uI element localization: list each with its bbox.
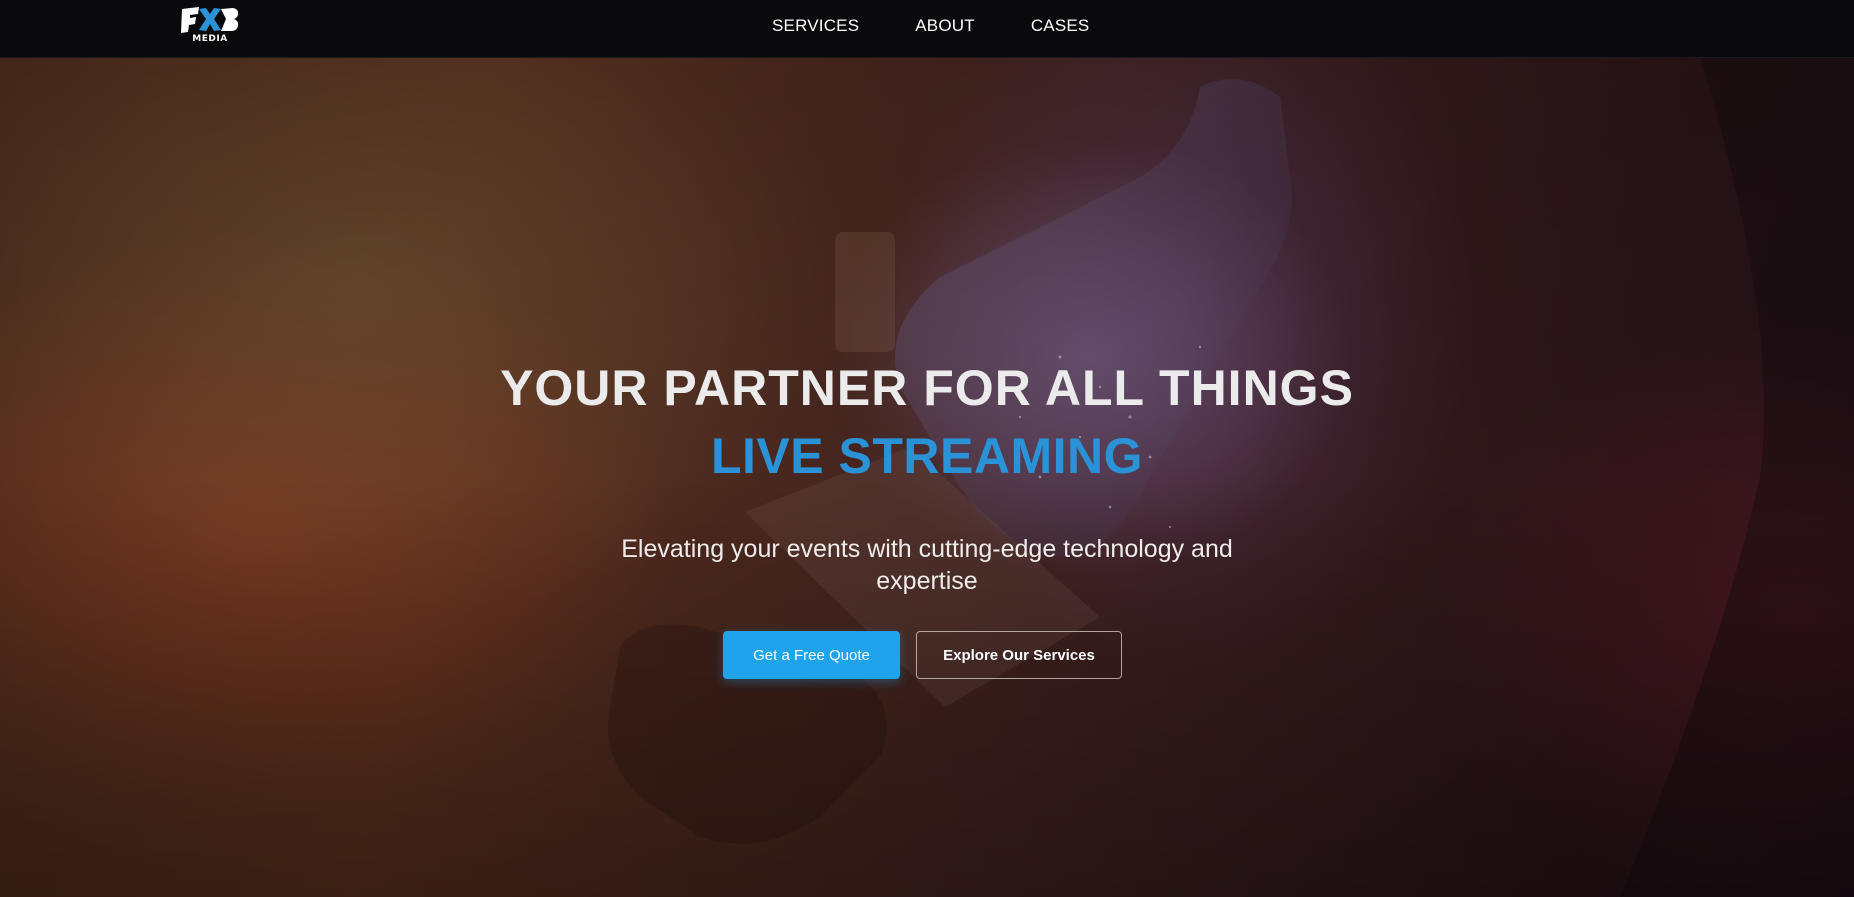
- top-navbar: MEDIA SERVICES ABOUT CASES: [0, 0, 1854, 58]
- nav-item-about[interactable]: ABOUT: [915, 16, 975, 36]
- hero-headline-highlight: LIVE STREAMING: [710, 428, 1144, 484]
- site-logo[interactable]: MEDIA: [179, 4, 241, 46]
- nav-item-services[interactable]: SERVICES: [772, 16, 859, 36]
- hero-section: YOUR PARTNER FOR ALL THINGS LIVE STREAMI…: [0, 57, 1854, 897]
- nav-item-cases[interactable]: CASES: [1031, 16, 1090, 36]
- hero-content: YOUR PARTNER FOR ALL THINGS LIVE STREAMI…: [0, 57, 1854, 897]
- page: MEDIA SERVICES ABOUT CASES YOUR PARTNER …: [0, 0, 1854, 897]
- explore-services-button[interactable]: Explore Our Services: [916, 631, 1122, 679]
- fxb-logo-icon: [181, 7, 239, 33]
- hero-headline: YOUR PARTNER FOR ALL THINGS: [500, 360, 1354, 416]
- main-nav: SERVICES ABOUT CASES: [772, 0, 1089, 51]
- hero-subtitle: Elevating your events with cutting-edge …: [621, 535, 1233, 595]
- logo-subtext: MEDIA: [192, 34, 228, 44]
- get-quote-button[interactable]: Get a Free Quote: [723, 631, 900, 679]
